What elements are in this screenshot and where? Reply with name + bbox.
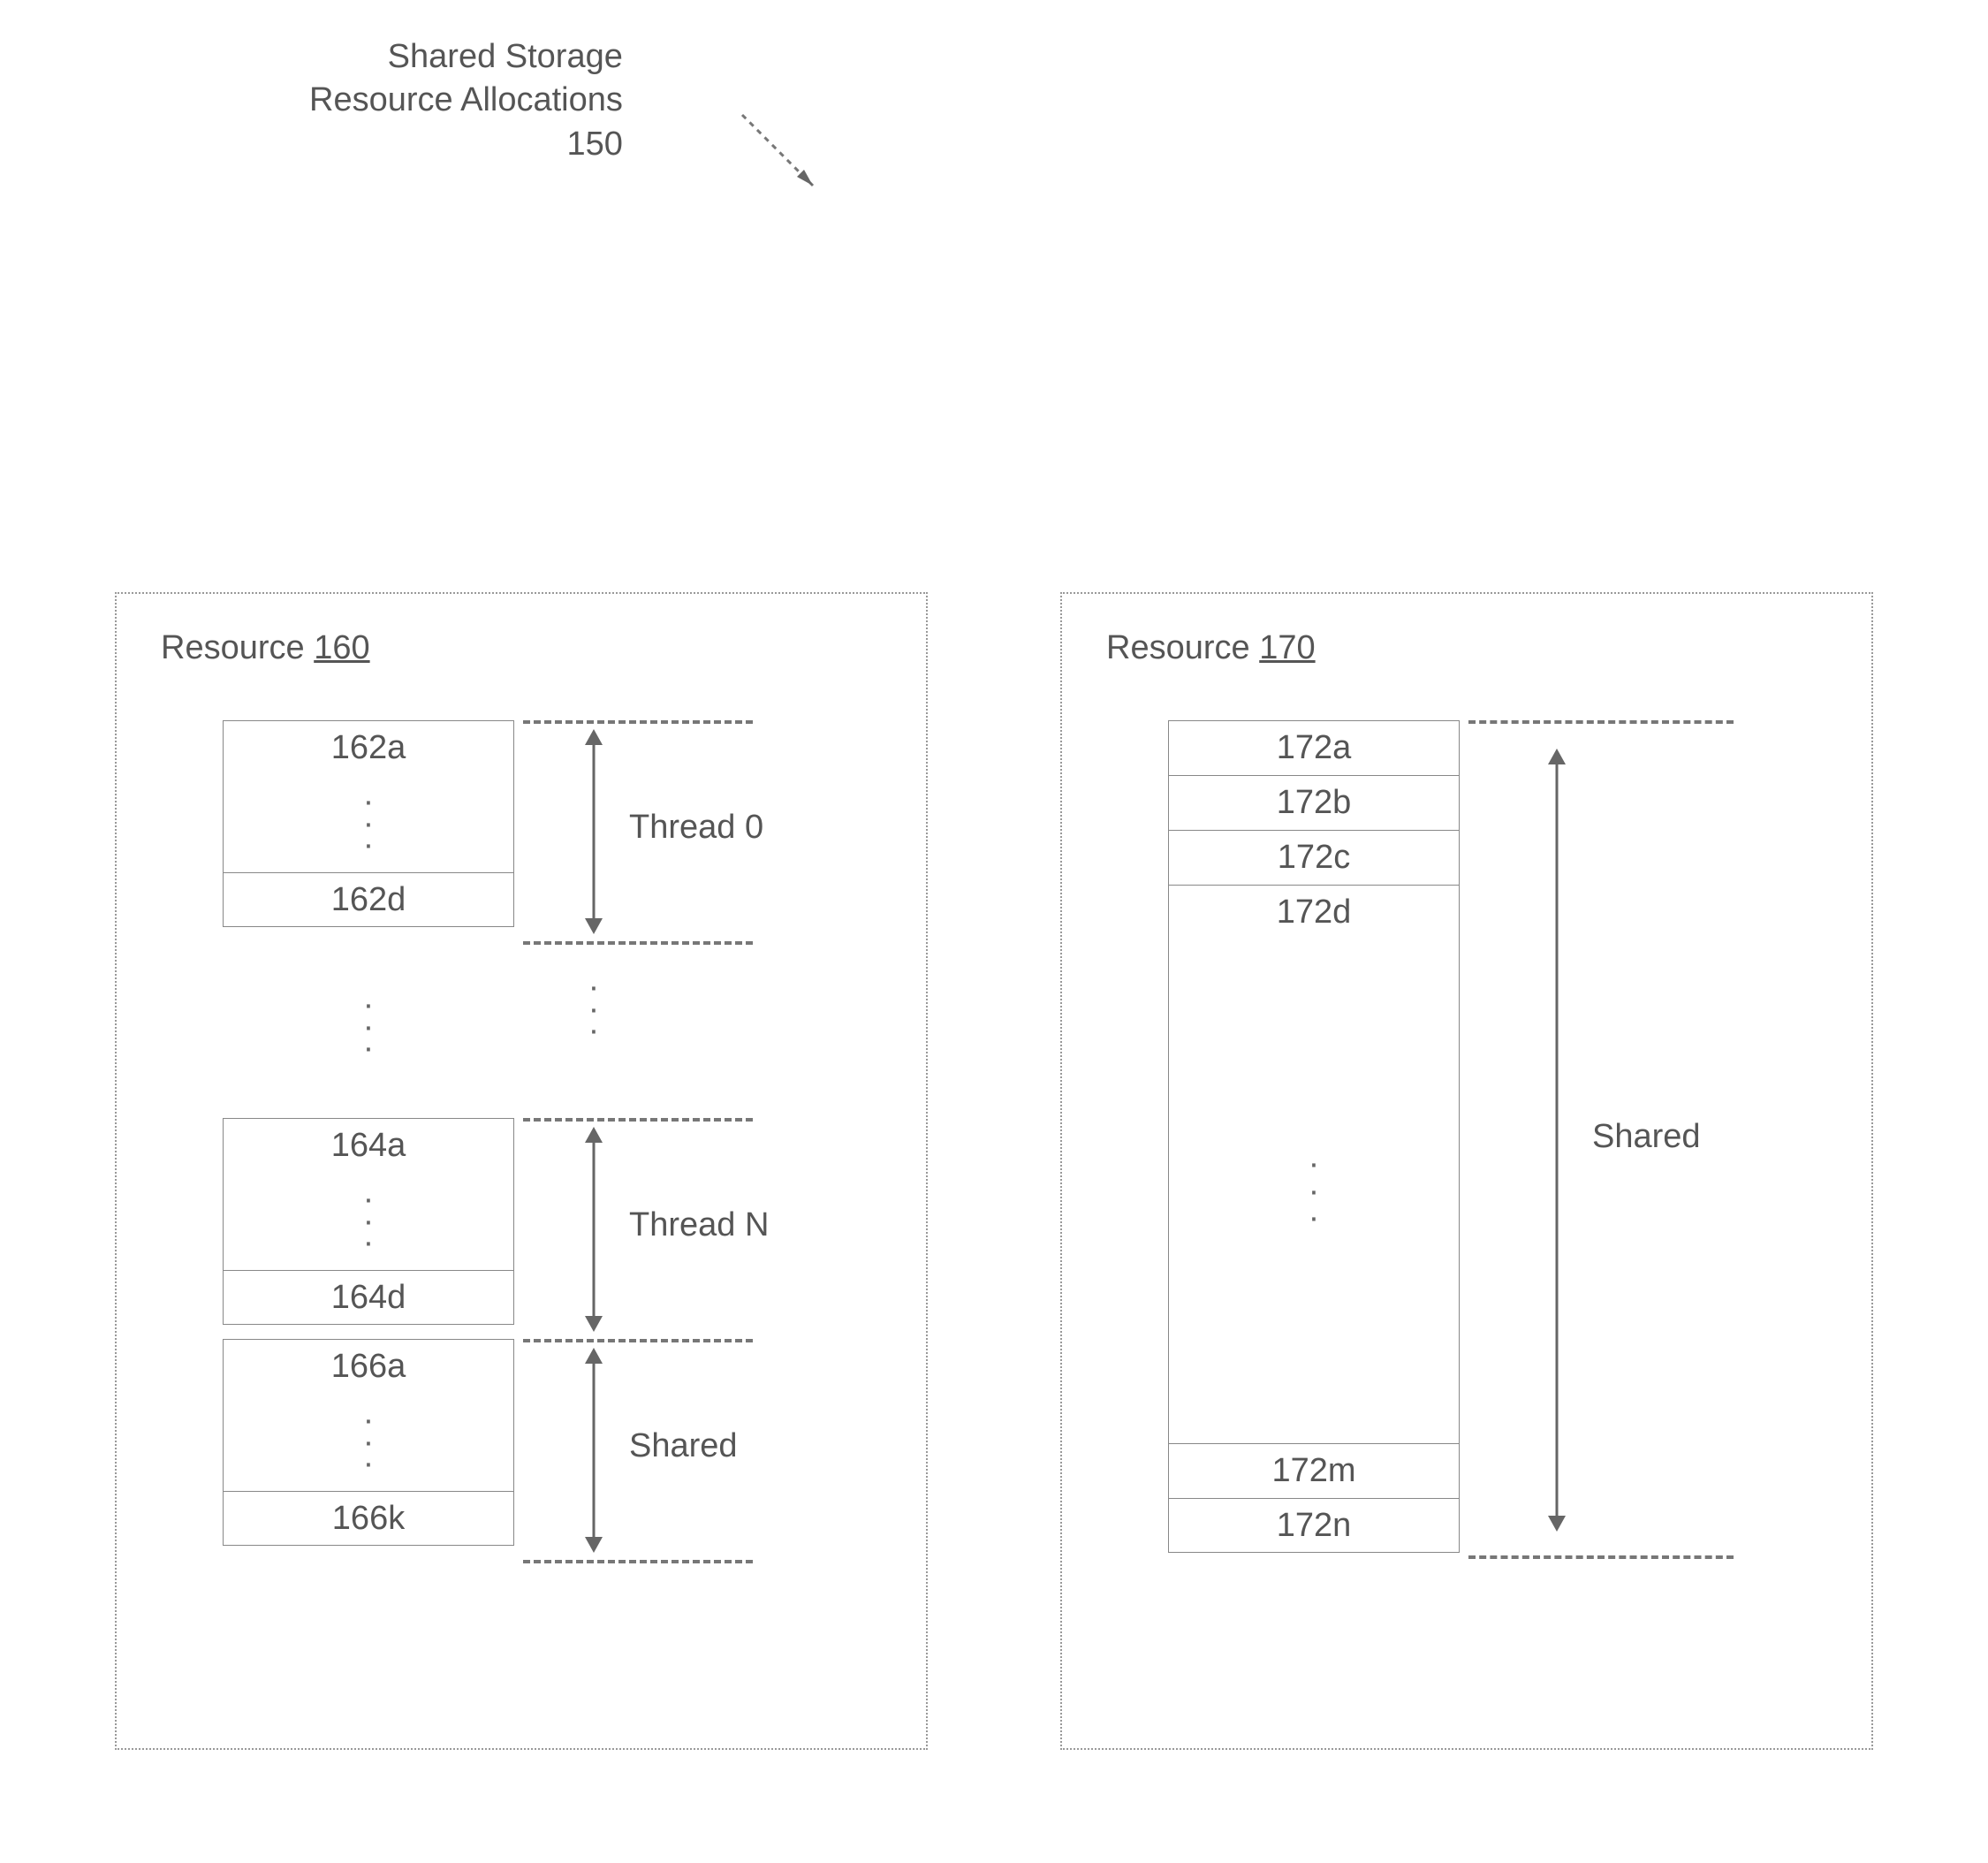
resource-160-panel: Resource 160 162a ··· 162d ··· 164a ··· … <box>115 592 928 1750</box>
resource-160-ref: 160 <box>314 629 369 666</box>
title-ref: 150 <box>309 123 623 166</box>
resource-170-title: Resource 170 <box>1106 629 1827 667</box>
ellipsis-icon: ··· <box>585 959 603 1060</box>
cell-162d: 162d <box>223 872 514 927</box>
diagram-title: Shared Storage Resource Allocations 150 <box>309 35 623 166</box>
divider-dashed-icon <box>523 720 753 724</box>
cell-172m: 172m <box>1168 1443 1460 1498</box>
resource-170-label: Resource <box>1106 629 1250 666</box>
cell-164a: 164a <box>223 1118 514 1173</box>
cell-172n: 172n <box>1168 1498 1460 1553</box>
resource-160-column-n: 164a ··· 164d <box>223 1118 514 1325</box>
ellipsis-icon: ··· <box>223 959 514 1095</box>
cell-172c: 172c <box>1168 830 1460 885</box>
cell-166a: 166a <box>223 1339 514 1394</box>
divider-dashed-icon <box>1468 720 1734 724</box>
title-line2: Resource Allocations <box>309 79 623 122</box>
resource-160-label: Resource <box>161 629 305 666</box>
divider-dashed-icon <box>523 941 753 945</box>
thread-n-label: Thread N <box>629 1206 769 1244</box>
ellipsis-icon: ··· <box>223 1173 514 1270</box>
range-arrow-icon <box>576 1346 611 1555</box>
range-arrow-icon <box>576 727 611 936</box>
ellipsis-icon: ··· <box>223 775 514 872</box>
cell-172b: 172b <box>1168 775 1460 830</box>
range-arrow-icon <box>1539 747 1574 1533</box>
resource-160-column: 162a ··· 162d <box>223 720 514 927</box>
cell-172d: 172d <box>1168 885 1460 939</box>
divider-dashed-icon <box>523 1339 753 1342</box>
title-line1: Shared Storage <box>309 35 623 79</box>
cell-162a: 162a <box>223 720 514 775</box>
shared-label-170: Shared <box>1592 1118 1701 1156</box>
cell-172a: 172a <box>1168 720 1460 775</box>
cell-166k: 166k <box>223 1491 514 1546</box>
divider-dashed-icon <box>523 1560 753 1563</box>
resource-170-column: 172a 172b 172c 172d ··· 172m 172n <box>1168 720 1460 1553</box>
divider-dashed-icon <box>1468 1555 1734 1559</box>
thread-0-label: Thread 0 <box>629 809 763 847</box>
title-leader-arrow-icon <box>733 106 839 212</box>
big-gap-area: ··· <box>1168 939 1460 1443</box>
ellipsis-icon: ··· <box>223 1394 514 1491</box>
range-arrow-icon <box>576 1125 611 1334</box>
divider-dashed-icon <box>523 1118 753 1122</box>
ellipsis-icon: ··· <box>1309 1135 1320 1247</box>
shared-label-160: Shared <box>629 1427 738 1465</box>
resource-160-title: Resource 160 <box>161 629 882 667</box>
cell-164d: 164d <box>223 1270 514 1325</box>
resource-170-panel: Resource 170 172a 172b 172c 172d ··· 172… <box>1060 592 1873 1750</box>
resource-170-ref: 170 <box>1259 629 1315 666</box>
resource-160-column-shared: 166a ··· 166k <box>223 1339 514 1546</box>
